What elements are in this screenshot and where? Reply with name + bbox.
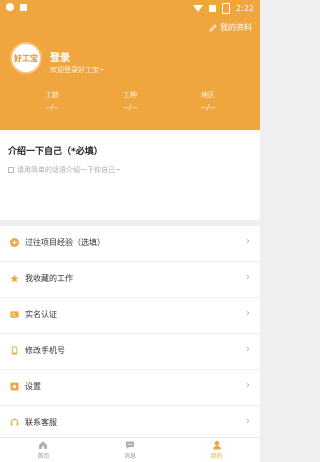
- wifi-icon: [193, 5, 204, 12]
- stat-label: 工种: [123, 91, 137, 99]
- self-intro-title: 介绍一下自己（*必填）: [8, 147, 103, 157]
- star-icon: [10, 274, 19, 283]
- stat-label: 工龄: [45, 91, 59, 99]
- stat-job-type: 工种 --/--: [100, 90, 160, 112]
- signal-icon: [209, 5, 217, 12]
- menu-item-real-name-auth[interactable]: 实名认证 ›: [0, 298, 260, 334]
- chevron-right-icon: ›: [246, 308, 250, 319]
- my-profile-link[interactable]: 我的资料: [209, 22, 252, 33]
- profile-header: 我的资料 好工宝 登录 欢迎登录好工宝~ 工龄 --/-- 工种 --/-- 地…: [0, 18, 260, 130]
- app-indicator-icon: [6, 3, 14, 11]
- login-button[interactable]: 登录: [50, 49, 70, 64]
- menu-item-label: 我收藏的工作: [25, 274, 73, 283]
- storage-icon: [20, 3, 27, 11]
- chevron-right-icon: ›: [246, 380, 250, 391]
- self-intro-section: 介绍一下自己（*必填） 请用简单的话语介绍一下你自己~: [0, 130, 260, 220]
- chevron-right-icon: ›: [246, 236, 250, 247]
- stat-value: --/--: [44, 103, 60, 112]
- stat-work-years: 工龄 --/--: [22, 90, 82, 112]
- my-profile-label: 我的资料: [220, 23, 252, 32]
- self-intro-input[interactable]: 请用简单的话语介绍一下你自己~: [8, 165, 121, 175]
- home-icon: [39, 441, 48, 449]
- stat-region: 地区 --/--: [178, 90, 238, 112]
- menu-item-favorite-jobs[interactable]: 我收藏的工作 ›: [0, 262, 260, 298]
- avatar[interactable]: 好工宝: [10, 42, 42, 74]
- status-bar: 2:22: [0, 0, 260, 18]
- avatar-logo-text: 好工宝: [14, 53, 38, 63]
- tab-messages[interactable]: 消息: [87, 438, 174, 462]
- battery-icon: [222, 3, 231, 14]
- bottom-tab-bar: 首页 消息 我的: [0, 437, 260, 462]
- phone-icon: [10, 346, 19, 355]
- clock: 2:22: [236, 4, 254, 13]
- plus-circle-icon: [10, 238, 19, 247]
- chevron-right-icon: ›: [246, 416, 250, 427]
- tab-mine[interactable]: 我的: [173, 438, 260, 462]
- stat-label: 地区: [201, 91, 215, 99]
- menu-item-settings[interactable]: 设置 ›: [0, 370, 260, 406]
- tab-label: 我的: [210, 453, 223, 460]
- id-card-icon: [10, 310, 19, 319]
- stat-value: --/--: [200, 103, 216, 112]
- edit-icon: [209, 23, 217, 32]
- menu-item-change-phone[interactable]: 修改手机号 ›: [0, 334, 260, 370]
- chevron-right-icon: ›: [246, 344, 250, 355]
- tab-label: 首页: [37, 453, 50, 460]
- menu-item-label: 联系客服: [25, 418, 57, 427]
- tab-label: 消息: [124, 453, 137, 460]
- tab-home[interactable]: 首页: [0, 438, 87, 462]
- menu-item-label: 设置: [25, 382, 41, 391]
- message-icon: [126, 441, 134, 449]
- welcome-text: 欢迎登录好工宝~: [50, 66, 105, 74]
- settings-icon: [10, 382, 19, 391]
- menu-item-project-experience[interactable]: 过往项目经验（选填） ›: [0, 226, 260, 262]
- self-intro-placeholder: 请用简单的话语介绍一下你自己~: [17, 166, 121, 174]
- menu-item-label: 过往项目经验（选填）: [25, 238, 105, 247]
- headset-icon: [10, 418, 19, 427]
- stat-value: --/--: [122, 103, 138, 112]
- profile-icon: [212, 441, 221, 450]
- menu-item-label: 实名认证: [25, 310, 57, 319]
- edit-note-icon: [8, 167, 14, 173]
- menu-item-label: 修改手机号: [25, 346, 65, 355]
- chevron-right-icon: ›: [246, 272, 250, 283]
- settings-menu: 过往项目经验（选填） › 我收藏的工作 › 实名认证 › 修改手机号 › 设置 …: [0, 226, 260, 442]
